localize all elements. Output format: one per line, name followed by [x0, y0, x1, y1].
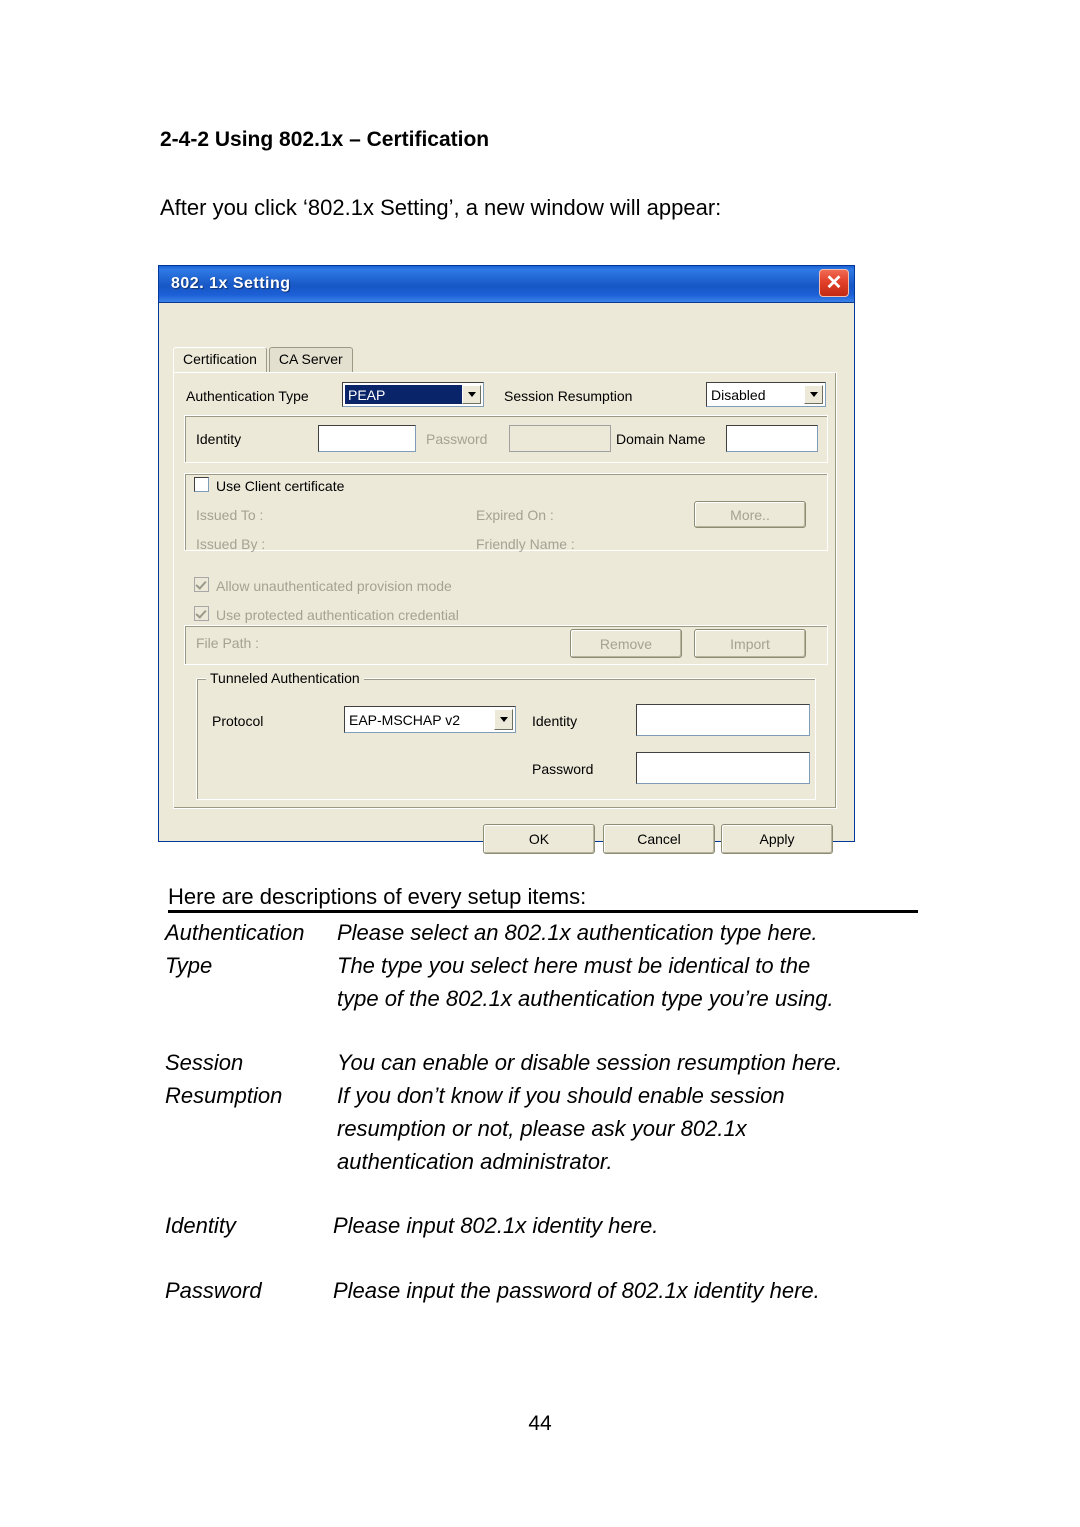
tunneled-identity-input[interactable]: [636, 704, 810, 736]
document-page: 2-4-2 Using 802.1x – Certification After…: [0, 0, 1080, 1527]
cancel-button[interactable]: Cancel: [603, 824, 715, 854]
page-number: 44: [528, 1412, 552, 1435]
password-label: Password: [426, 431, 488, 447]
chevron-down-icon[interactable]: [804, 385, 823, 404]
session-resumption-value: Disabled: [711, 386, 766, 403]
ok-button[interactable]: OK: [483, 824, 595, 854]
import-button[interactable]: Import: [694, 629, 806, 658]
desc-term-session-resumption-line1: Session: [165, 1050, 244, 1075]
use-client-certificate-checkbox[interactable]: [194, 477, 209, 492]
allow-unauthenticated-provision-checkbox[interactable]: [194, 577, 209, 592]
intro-paragraph: After you click ‘802.1x Setting’, a new …: [160, 195, 722, 220]
session-resumption-select[interactable]: Disabled: [706, 382, 826, 407]
descriptions-intro: Here are descriptions of every setup ite…: [168, 884, 587, 909]
desc-def-session-resumption-line3: resumption or not, please ask your 802.1…: [337, 1116, 747, 1141]
tab-certification[interactable]: Certification: [173, 347, 267, 373]
protocol-value: EAP-MSCHAP v2: [349, 711, 460, 728]
password-input[interactable]: [509, 425, 611, 452]
desc-term-authentication-type-line1: Authentication: [165, 920, 305, 945]
tunneled-password-label: Password: [532, 761, 594, 777]
use-client-certificate-label: Use Client certificate: [216, 478, 345, 494]
desc-def-session-resumption-line4: authentication administrator.: [337, 1149, 613, 1174]
tab-ca-server[interactable]: CA Server: [268, 347, 353, 373]
desc-term-authentication-type-line2: Type: [165, 953, 213, 978]
issued-to-label: Issued To :: [196, 507, 264, 523]
desc-def-session-resumption-line2: If you don’t know if you should enable s…: [337, 1083, 785, 1108]
authentication-type-value: PEAP: [345, 385, 462, 404]
desc-def-session-resumption-line1: You can enable or disable session resump…: [337, 1050, 843, 1075]
dialog-titlebar: 802. 1x Setting ✕: [159, 266, 854, 303]
tunneled-authentication-title: Tunneled Authentication: [206, 670, 364, 686]
desc-def-authentication-type-line1: Please select an 802.1x authentication t…: [337, 920, 818, 945]
dialog-title: 802. 1x Setting: [171, 275, 291, 292]
dialog-body: Certification CA Server Authentication T…: [159, 303, 854, 854]
certification-panel: Authentication Type PEAP Session Resumpt…: [173, 372, 837, 809]
desc-def-identity: Please input 802.1x identity here.: [333, 1213, 659, 1238]
chevron-down-icon[interactable]: [494, 709, 513, 730]
close-icon[interactable]: ✕: [819, 269, 849, 297]
more-button[interactable]: More..: [694, 501, 806, 528]
desc-term-identity: Identity: [165, 1213, 236, 1238]
protocol-select[interactable]: EAP-MSCHAP v2: [344, 706, 516, 733]
remove-button[interactable]: Remove: [570, 629, 682, 658]
issued-by-label: Issued By :: [196, 536, 266, 552]
desc-def-authentication-type-line2: The type you select here must be identic…: [337, 953, 811, 978]
friendly-name-label: Friendly Name :: [476, 536, 575, 552]
tunneled-password-input[interactable]: [636, 752, 810, 784]
use-protected-credential-checkbox[interactable]: [194, 606, 209, 621]
protocol-label: Protocol: [212, 713, 264, 729]
allow-unauthenticated-provision-label: Allow unauthenticated provision mode: [216, 578, 452, 594]
domain-name-input[interactable]: [726, 425, 818, 452]
expired-on-label: Expired On :: [476, 507, 554, 523]
horizontal-rule: [168, 910, 918, 913]
authentication-type-select[interactable]: PEAP: [342, 382, 484, 407]
desc-term-password: Password: [165, 1278, 262, 1303]
file-path-label: File Path :: [196, 635, 260, 651]
identity-label: Identity: [196, 431, 242, 447]
desc-def-authentication-type-line3: type of the 802.1x authentication type y…: [337, 986, 834, 1011]
tunneled-identity-label: Identity: [532, 713, 578, 729]
dialog-802-1x-setting: 802. 1x Setting ✕ Certification CA Serve…: [158, 265, 855, 854]
chevron-down-icon[interactable]: [462, 385, 481, 404]
authentication-type-label: Authentication Type: [186, 388, 309, 404]
session-resumption-label: Session Resumption: [504, 388, 633, 404]
apply-button[interactable]: Apply: [721, 824, 833, 854]
desc-def-password: Please input the password of 802.1x iden…: [333, 1278, 820, 1303]
desc-term-session-resumption-line2: Resumption: [165, 1083, 283, 1108]
identity-input[interactable]: [318, 425, 416, 452]
domain-name-label: Domain Name: [616, 431, 706, 447]
use-protected-credential-label: Use protected authentication credential: [216, 607, 459, 623]
section-heading: 2-4-2 Using 802.1x – Certification: [160, 128, 490, 151]
tabstrip: Certification CA Server: [173, 347, 353, 373]
